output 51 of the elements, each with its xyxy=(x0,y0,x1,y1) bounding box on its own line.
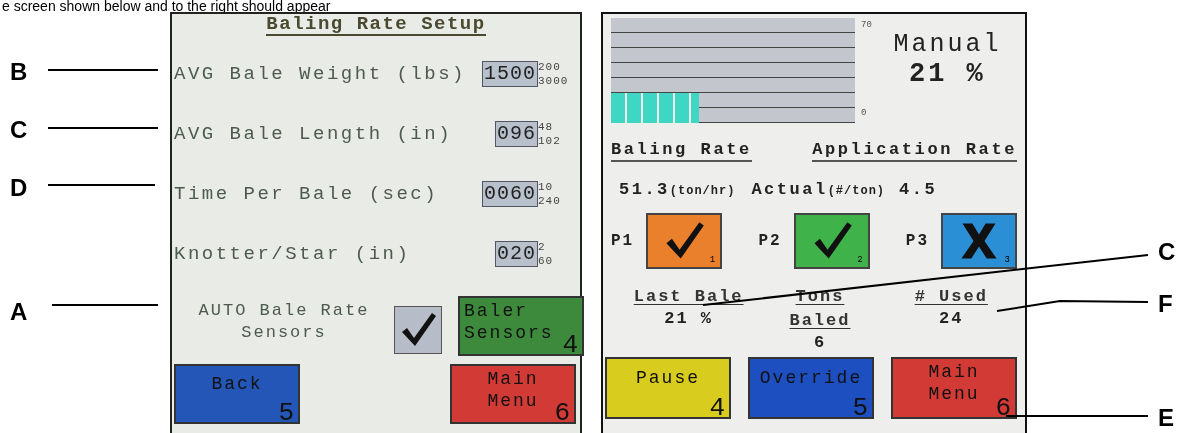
pump-toggle[interactable]: 3 xyxy=(941,213,1017,269)
field-label: Knotter/Star (in) xyxy=(174,243,412,265)
callout-letter: A xyxy=(10,300,28,324)
main-menu-button[interactable]: Main Menu 6 xyxy=(450,364,576,424)
checkbox-label: AUTO Bale Rate Sensors xyxy=(197,300,371,344)
max-limit: 240 xyxy=(538,194,562,208)
unit-label: (ton/hr) xyxy=(669,184,736,198)
callout-letter: E xyxy=(1158,406,1174,430)
callout-letter: B xyxy=(10,60,28,84)
rate-label: Actual xyxy=(751,180,828,199)
callout-letter: C xyxy=(1158,240,1176,264)
input-field[interactable]: 1500 xyxy=(482,61,538,87)
baler-sensors-button[interactable]: Baler Sensors 4 xyxy=(458,296,584,356)
max-limit: 3000 xyxy=(538,74,570,88)
callout-letter: C xyxy=(10,118,28,142)
stat-value: 21 % xyxy=(664,309,714,329)
stat-label: Last Bale xyxy=(633,286,744,308)
stat-value: 24 xyxy=(939,309,964,329)
pump-label: P2 xyxy=(758,232,782,250)
application-rate-value: 4.5 xyxy=(899,180,938,199)
mode-label: Manual xyxy=(893,30,1002,59)
stat-label: # Used xyxy=(913,286,989,308)
pump-toggle[interactable]: 1 xyxy=(646,213,723,269)
stat-value: 6 xyxy=(813,333,827,353)
min-limit: 200 xyxy=(538,60,562,74)
pause-button[interactable]: Pause 4 xyxy=(605,357,731,419)
field-label: Time Per Bale (sec) xyxy=(174,183,440,205)
min-limit: 10 xyxy=(538,180,555,194)
section-header: Baling Rate xyxy=(611,140,752,162)
baling-rate-value: 51.3 xyxy=(619,180,670,199)
input-field[interactable]: 020 xyxy=(495,241,538,267)
scale-label: 70 xyxy=(861,20,872,30)
field-label: AVG Bale Length (in) xyxy=(174,123,454,145)
input-field[interactable]: 0060 xyxy=(482,181,538,207)
section-header: Application Rate xyxy=(812,140,1017,162)
min-limit: 2 xyxy=(538,240,547,254)
min-limit: 48 xyxy=(538,120,555,134)
percent-value: 21 % xyxy=(909,59,986,89)
callout-letter: D xyxy=(10,176,28,200)
pump-label: P3 xyxy=(905,232,929,250)
main-menu-button[interactable]: Main Menu 6 xyxy=(891,357,1017,419)
max-limit: 102 xyxy=(538,134,562,148)
pump-toggle[interactable]: 2 xyxy=(793,213,870,269)
callout-letter: F xyxy=(1158,292,1173,316)
screen-title: Baling Rate Setup xyxy=(266,14,486,36)
input-field[interactable]: 096 xyxy=(495,121,538,147)
max-limit: 60 xyxy=(538,254,555,268)
scale-label: 0 xyxy=(861,108,868,118)
pump-label: P1 xyxy=(611,232,635,250)
field-label: AVG Bale Weight (lbs) xyxy=(174,63,467,85)
unit-label: (#/ton) xyxy=(827,184,886,198)
